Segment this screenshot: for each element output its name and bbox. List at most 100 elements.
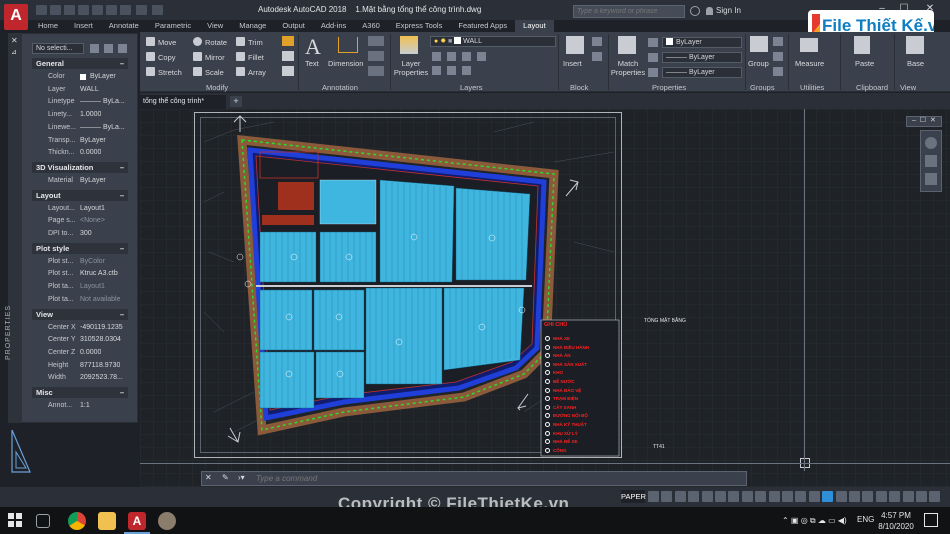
workspace-toggle-icon[interactable]: [822, 491, 834, 502]
measure-button[interactable]: Measure: [795, 59, 824, 68]
annotation-scale-toggle-icon[interactable]: [782, 491, 793, 502]
palette-close-icon[interactable]: ✕: [11, 36, 18, 45]
property-row[interactable]: Height 877118.9730: [32, 360, 128, 372]
property-row[interactable]: Plot st... Ktruc A3.ctb: [32, 268, 128, 280]
group-icon[interactable]: [750, 36, 768, 52]
explode-icon[interactable]: [282, 51, 294, 61]
tab-featured-apps[interactable]: Featured Apps: [450, 20, 515, 32]
track-toggle-icon[interactable]: [728, 491, 740, 502]
isodraft-toggle-icon[interactable]: [701, 491, 713, 502]
palette-autohide-icon[interactable]: ⊿: [11, 48, 17, 56]
polar-toggle-icon[interactable]: [688, 491, 700, 502]
annotation-visibility-toggle-icon[interactable]: [795, 491, 807, 502]
palette-section-viz[interactable]: 3D Visualization: [32, 161, 128, 173]
trim-tool[interactable]: Trim: [236, 37, 263, 47]
save-as-icon[interactable]: [78, 5, 89, 15]
file-explorer-icon[interactable]: [98, 512, 116, 530]
property-row[interactable]: Transp... ByLayer: [32, 135, 128, 147]
group-button[interactable]: Group: [748, 59, 769, 68]
layer-tool-icon[interactable]: [447, 66, 456, 75]
auto-scale-toggle-icon[interactable]: [808, 491, 820, 502]
application-menu-button[interactable]: A: [4, 4, 28, 30]
windows-start-icon[interactable]: [8, 513, 22, 527]
paste-icon[interactable]: [854, 36, 870, 54]
property-row[interactable]: Layer WALL: [32, 84, 128, 96]
match-properties-button[interactable]: Match Properties: [610, 59, 646, 77]
annotation-monitor-toggle-icon[interactable]: [835, 491, 847, 502]
dimension-tool[interactable]: Dimension: [328, 59, 363, 68]
model-paper-toggle[interactable]: PAPER: [621, 490, 646, 503]
tab-output[interactable]: Output: [274, 20, 313, 32]
pan-icon[interactable]: [925, 155, 937, 167]
property-row[interactable]: Width 2092523.78...: [32, 372, 128, 384]
command-input[interactable]: [256, 474, 556, 483]
modify-panel-label[interactable]: Modify: [206, 83, 228, 92]
offset-icon[interactable]: [282, 66, 294, 76]
tab-express-tools[interactable]: Express Tools: [388, 20, 451, 32]
text-tool[interactable]: Text: [305, 59, 319, 68]
leader-icon[interactable]: [368, 51, 384, 61]
scale-tool[interactable]: Scale: [193, 67, 224, 77]
ortho-toggle-icon[interactable]: [674, 491, 686, 502]
snap-toggle-icon[interactable]: [661, 491, 673, 502]
property-row[interactable]: DPI to... 300: [32, 228, 128, 240]
palette-section-misc[interactable]: Misc: [32, 387, 128, 398]
view-panel-label[interactable]: View: [900, 83, 916, 92]
isolate-toggle-icon[interactable]: [889, 491, 901, 502]
customization-toggle-icon[interactable]: [929, 491, 941, 502]
tab-a360[interactable]: A360: [354, 20, 388, 32]
text-icon[interactable]: A: [305, 34, 321, 60]
tab-home[interactable]: Home: [30, 20, 66, 32]
linetype-dropdown[interactable]: ——— ByLayer: [662, 67, 742, 78]
array-tool[interactable]: Array: [236, 67, 266, 77]
ungroup-icon[interactable]: [773, 37, 783, 46]
erase-icon[interactable]: [282, 36, 294, 46]
quick-properties-toggle-icon[interactable]: [862, 491, 874, 502]
paste-button[interactable]: Paste: [855, 59, 874, 68]
app-taskbar-icon[interactable]: [158, 512, 176, 530]
tab-parametric[interactable]: Parametric: [147, 20, 199, 32]
lineweight-dropdown[interactable]: ——— ByLayer: [662, 52, 742, 63]
layer-tool-icon[interactable]: [462, 66, 471, 75]
property-row[interactable]: Plot st... ByColor: [32, 256, 128, 268]
tab-insert[interactable]: Insert: [66, 20, 101, 32]
plot-icon[interactable]: [106, 5, 117, 15]
language-indicator[interactable]: ENG: [857, 515, 874, 524]
quick-access-dropdown-icon[interactable]: [152, 5, 163, 15]
mirror-tool[interactable]: Mirror: [193, 52, 225, 62]
property-row[interactable]: Center Y 310528.0304: [32, 334, 128, 346]
rotate-tool[interactable]: Rotate: [193, 37, 227, 47]
properties-panel-label[interactable]: Properties: [652, 83, 686, 92]
layer-tool-icon[interactable]: [477, 52, 486, 61]
command-close-icon[interactable]: ✕: [205, 473, 212, 482]
utilities-panel-label[interactable]: Utilities: [800, 83, 824, 92]
property-row[interactable]: Annot... 1:1: [32, 400, 128, 412]
fillet-tool[interactable]: Fillet: [236, 52, 264, 62]
sign-in-button[interactable]: Sign In: [716, 6, 741, 15]
osnap-toggle-icon[interactable]: [715, 491, 726, 502]
tab-layout[interactable]: Layout: [515, 20, 554, 32]
select-objects-icon[interactable]: [104, 44, 113, 53]
tab-view[interactable]: View: [199, 20, 231, 32]
open-file-icon[interactable]: [50, 5, 61, 15]
lock-ui-toggle-icon[interactable]: [875, 491, 887, 502]
groups-panel-label[interactable]: Groups: [750, 83, 775, 92]
property-row[interactable]: Linewe... ——— ByLa...: [32, 122, 128, 134]
color-dropdown[interactable]: ByLayer: [662, 37, 742, 48]
command-customize-icon[interactable]: ✎: [222, 473, 229, 482]
command-prompt-icon[interactable]: ›▾: [238, 473, 245, 482]
undo-icon[interactable]: [120, 5, 131, 15]
palette-titlebar[interactable]: [8, 33, 22, 423]
layer-dropdown[interactable]: ● ✹ ■ WALL: [430, 36, 556, 47]
palette-section-layout[interactable]: Layout: [32, 189, 128, 201]
selection-cycling-toggle-icon[interactable]: [768, 491, 780, 502]
viewport-window-buttons[interactable]: – ☐ ✕: [912, 116, 936, 124]
palette-section-general[interactable]: General: [32, 58, 128, 69]
property-row[interactable]: Plot ta... Layout1: [32, 281, 128, 293]
web-mobile-icon[interactable]: [92, 5, 103, 15]
group-edit-icon[interactable]: [773, 52, 783, 61]
create-block-icon[interactable]: [592, 37, 602, 46]
autocad-taskbar-icon[interactable]: A: [128, 512, 146, 530]
group-select-icon[interactable]: [773, 67, 783, 76]
property-row[interactable]: Plot ta... Not available: [32, 294, 128, 306]
